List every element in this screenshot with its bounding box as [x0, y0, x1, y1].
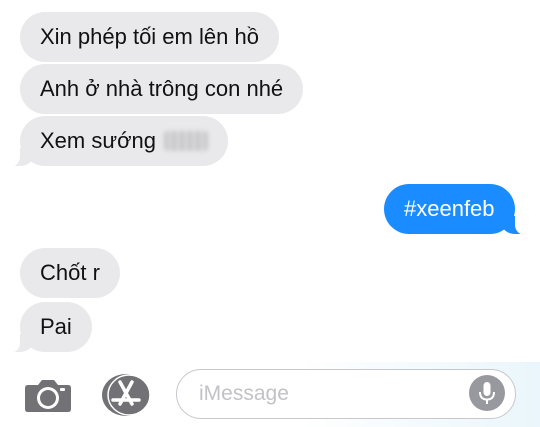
message-bubble-incoming[interactable]: Xin phép tối em lên hồ	[20, 12, 279, 62]
message-bubble-incoming[interactable]: Pai	[8, 302, 92, 353]
microphone-icon[interactable]	[469, 375, 505, 411]
message-text: Chốt r	[40, 260, 100, 285]
message-text: Xem sướng	[40, 128, 156, 153]
imessage-input[interactable]: iMessage	[176, 369, 516, 419]
message-bubble-incoming[interactable]: Xem sướng	[8, 116, 228, 167]
message-thread: Xin phép tối em lên hồ Anh ở nhà trông c…	[0, 0, 540, 362]
camera-icon[interactable]	[24, 377, 72, 413]
imessage-placeholder: iMessage	[199, 381, 289, 405]
message-composer: iMessage	[0, 362, 540, 427]
message-text: Xin phép tối em lên hồ	[40, 24, 259, 49]
app-store-icon[interactable]	[100, 373, 152, 417]
message-text: #xeenfeb	[404, 196, 495, 221]
message-text: Pai	[40, 314, 72, 339]
message-bubble-incoming[interactable]: Anh ở nhà trông con nhé	[20, 64, 304, 114]
blurred-text-redaction	[163, 131, 208, 151]
message-bubble-outgoing[interactable]: #xeenfeb	[384, 184, 527, 235]
message-bubble-incoming[interactable]: Chốt r	[20, 248, 120, 298]
message-text: Anh ở nhà trông con nhé	[40, 76, 284, 101]
